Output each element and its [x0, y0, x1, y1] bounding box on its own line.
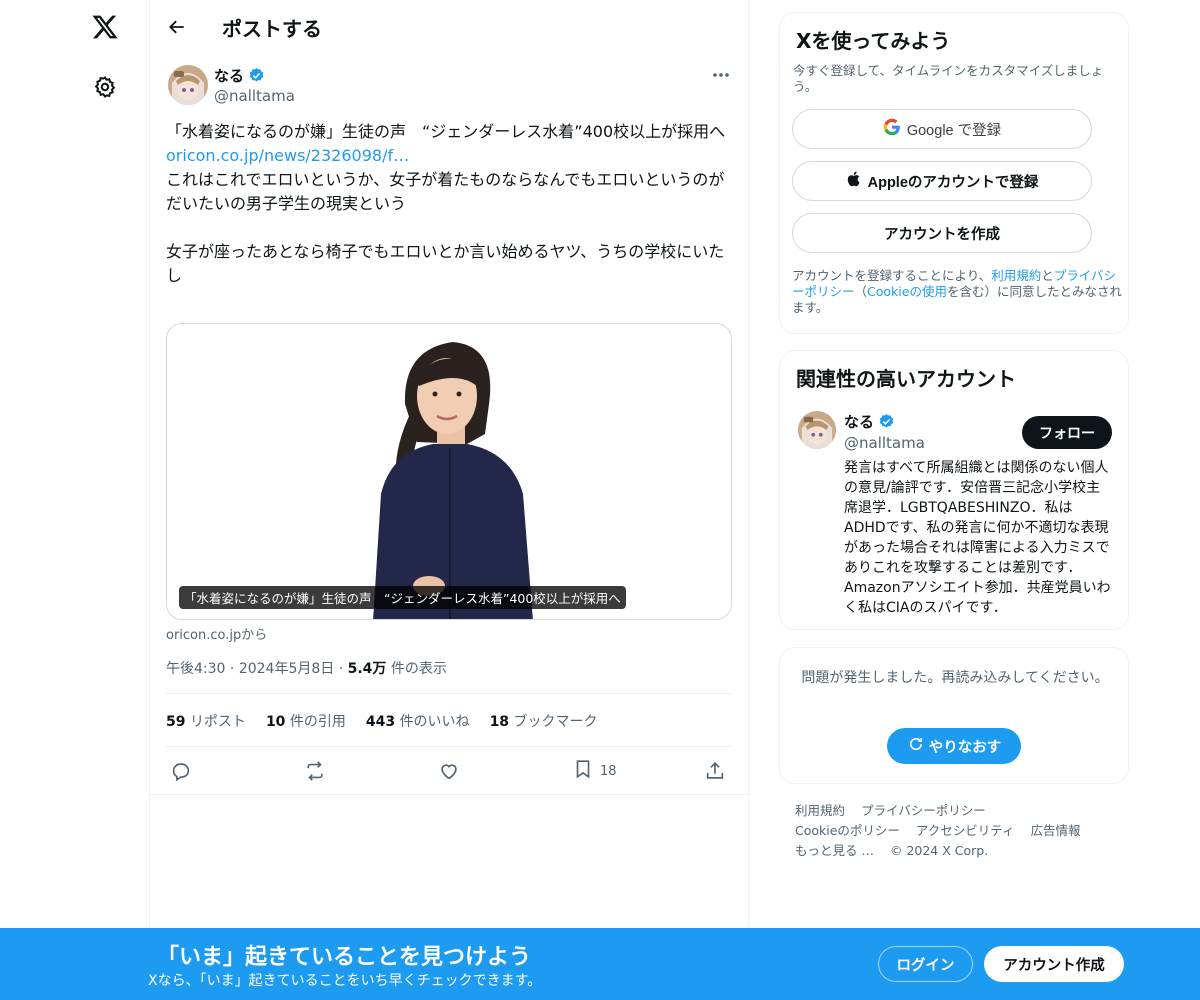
apple-signup-label: Appleのアカウントで登録	[867, 174, 1039, 191]
verified-badge-icon	[248, 67, 265, 84]
gear-icon[interactable]	[90, 72, 120, 102]
bookmark-count: 18	[600, 763, 617, 779]
bookmark-button[interactable]: 18	[572, 758, 617, 784]
top-bar: ポストする	[150, 0, 748, 54]
post-text-line: これはこれでエロいというか、女子が着たものならなんでもエロいというのがだいたいの…	[166, 170, 725, 213]
footer-privacy-link[interactable]: プライバシーポリシー	[861, 803, 986, 818]
card-source[interactable]: oricon.co.jpから	[166, 624, 267, 643]
banner-subtitle: Xなら、「いま」起きていることをいち早くチェックできます。	[148, 973, 542, 989]
related-accounts-panel: 関連性の高いアカウント なる @nalltama フォロー 発言はすべて所属組織…	[779, 350, 1129, 630]
divider	[150, 794, 748, 795]
apple-signup-button[interactable]: Appleのアカウントで登録	[792, 161, 1092, 201]
signup-banner: 「いま」起きていることを見つけよう Xなら、「いま」起きていることをいち早くチェ…	[0, 928, 1200, 1000]
share-icon[interactable]	[704, 758, 726, 784]
post-date[interactable]: 2024年5月8日	[239, 661, 334, 677]
signup-panel: Xを使ってみよう 今すぐ登録して、タイムラインをカスタマイズしましょう。 Goo…	[779, 12, 1129, 334]
google-signup-button[interactable]: Google で登録	[792, 109, 1092, 149]
post-text: 「水着姿になるのが嫌」生徒の声 “ジェンダーレス水着”400校以上が採用へ or…	[166, 120, 732, 288]
google-icon	[883, 118, 901, 140]
x-logo-icon[interactable]	[88, 10, 122, 44]
post-actions: 18	[166, 758, 732, 784]
author-handle[interactable]: @nalltama	[214, 87, 295, 105]
refresh-icon	[907, 735, 925, 757]
create-account-label: アカウントを作成	[884, 226, 1000, 243]
footer-accessibility-link[interactable]: アクセシビリティ	[916, 823, 1015, 838]
card-image	[167, 324, 731, 619]
bookmarks-stat[interactable]: 18 ブックマーク	[490, 711, 598, 731]
bookmark-icon	[572, 758, 594, 784]
verified-badge-icon	[878, 413, 895, 430]
cookie-link[interactable]: Cookieの使用	[867, 284, 947, 299]
post-time[interactable]: 午後4:30	[166, 661, 225, 677]
avatar[interactable]	[798, 411, 836, 449]
page-title: ポストする	[222, 17, 322, 41]
more-options-icon[interactable]	[710, 66, 732, 84]
follow-button[interactable]: フォロー	[1022, 416, 1112, 449]
footer-more-link[interactable]: もっと見る …	[795, 843, 874, 858]
create-account-button[interactable]: アカウントを作成	[792, 213, 1092, 253]
signup-title: Xを使ってみよう	[796, 29, 951, 53]
views-count: 5.4万	[347, 661, 387, 677]
footer-links: 利用規約 プライバシーポリシー Cookieのポリシー アクセシビリティ 広告情…	[795, 801, 1115, 861]
related-name-text[interactable]: なる	[844, 411, 874, 432]
link-card[interactable]: 「水着姿になるのが嫌」生徒の声 “ジェンダーレス水着”400校以上が採用へ	[166, 323, 732, 620]
footer-copyright: © 2024 X Corp.	[889, 843, 989, 858]
post-text-line: 女子が座ったあとなら椅子でもエロいとか言い始めるヤツ、うちの学校にいたし	[166, 242, 725, 285]
post-text-line: 「水着姿になるのが嫌」生徒の声 “ジェンダーレス水着”400校以上が採用へ	[166, 122, 726, 141]
error-message: 問題が発生しました。再読み込みしてください。	[801, 670, 1109, 686]
author-name[interactable]: なる	[214, 65, 265, 86]
card-caption: 「水着姿になるのが嫌」生徒の声 “ジェンダーレス水着”400校以上が採用へ	[179, 586, 626, 609]
quotes-stat[interactable]: 10 件の引用	[266, 711, 346, 731]
related-bio: 発言はすべて所属組織とは関係のない個人の意見/論評です．安倍晋三記念小学校主席退…	[844, 460, 1111, 616]
error-panel: 問題が発生しました。再読み込みしてください。 やりなおす	[779, 647, 1129, 784]
post-link[interactable]: oricon.co.jp/news/2326098/f…	[166, 144, 732, 168]
footer-cookie-link[interactable]: Cookieのポリシー	[795, 823, 900, 838]
reposts-stat[interactable]: 59 リポスト	[166, 711, 246, 731]
footer-terms-link[interactable]: 利用規約	[795, 803, 845, 818]
avatar[interactable]	[168, 65, 208, 105]
retry-button[interactable]: やりなおす	[887, 728, 1021, 764]
divider	[166, 746, 732, 747]
retry-label: やりなおす	[928, 739, 1002, 756]
like-icon[interactable]	[438, 758, 460, 784]
reply-icon[interactable]	[170, 758, 192, 784]
post-stats: 59 リポスト 10 件の引用 443 件のいいね 18 ブックマーク	[166, 711, 598, 731]
views-label: 件の表示	[390, 661, 447, 677]
legal-text: アカウントを登録することにより、利用規約とプライバシーポリシー（Cookieの使…	[792, 268, 1122, 315]
divider	[166, 693, 732, 694]
main-column: ポストする なる @nalltama 「水着姿になるのが嫌」生徒の声 “ジェンダ…	[150, 0, 749, 928]
google-signup-label: Google で登録	[906, 122, 1002, 139]
left-nav	[0, 0, 150, 928]
signup-subtitle: 今すぐ登録して、タイムラインをカスタマイズしましょう。	[793, 63, 1104, 94]
login-button[interactable]: ログイン	[878, 946, 973, 982]
author-name-text[interactable]: なる	[214, 65, 244, 86]
related-title: 関連性の高いアカウント	[796, 367, 1016, 391]
signup-button[interactable]: アカウント作成	[984, 946, 1124, 982]
back-arrow-icon[interactable]	[162, 12, 192, 42]
related-handle[interactable]: @nalltama	[844, 434, 925, 452]
terms-link[interactable]: 利用規約	[991, 268, 1041, 283]
footer-ads-link[interactable]: 広告情報	[1031, 823, 1081, 838]
repost-icon[interactable]	[304, 758, 326, 784]
post-meta: 午後4:30 · 2024年5月8日 · 5.4万 件の表示	[166, 661, 447, 677]
likes-stat[interactable]: 443 件のいいね	[366, 711, 470, 731]
banner-title: 「いま」起きていることを見つけよう	[157, 945, 532, 970]
apple-icon	[846, 170, 862, 192]
related-name[interactable]: なる	[844, 411, 895, 432]
